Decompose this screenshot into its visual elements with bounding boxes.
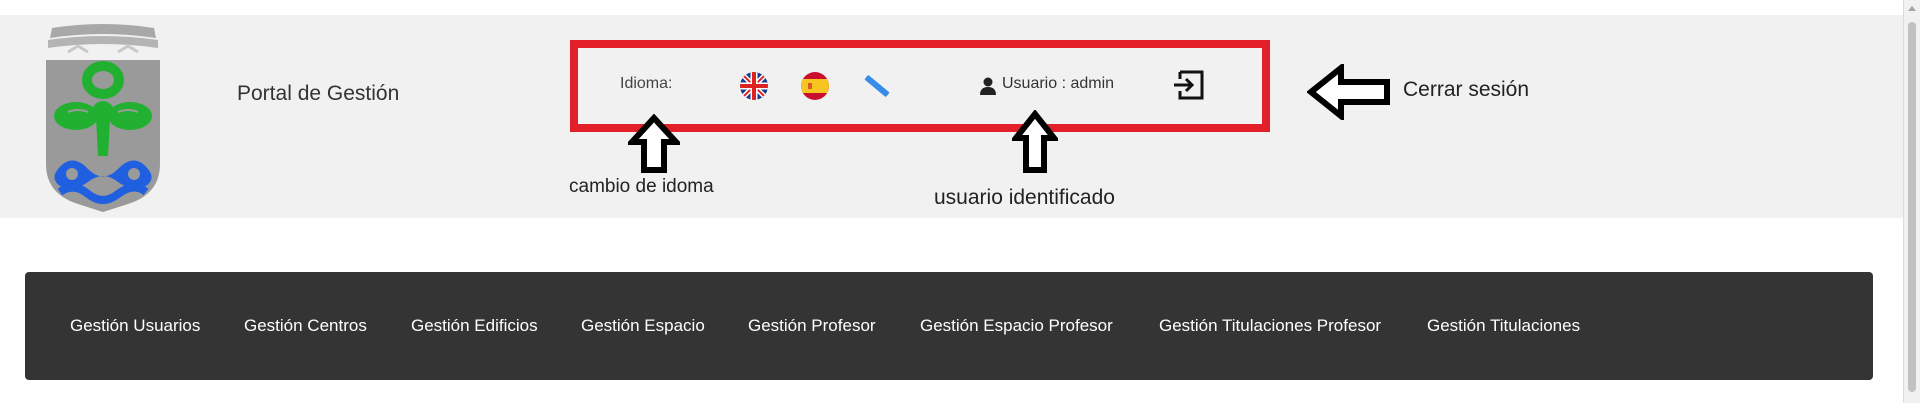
arrow-up-icon: [628, 114, 680, 173]
language-annotation: cambio de idoma: [569, 176, 714, 197]
arrow-left-icon: [1307, 64, 1390, 120]
main-navbar: Gestión Usuarios Gestión Centros Gestión…: [25, 272, 1873, 380]
uk-flag-icon[interactable]: [740, 72, 768, 100]
coat-of-arms-logo: [46, 24, 160, 212]
scrollbar-thumb[interactable]: [1908, 22, 1916, 392]
user-annotation: usuario identificado: [934, 186, 1115, 209]
nav-gestion-titulaciones-profesor[interactable]: Gestión Titulaciones Profesor: [1159, 316, 1381, 336]
nav-gestion-profesor[interactable]: Gestión Profesor: [748, 316, 876, 336]
logout-icon[interactable]: [1172, 68, 1206, 102]
nav-gestion-centros[interactable]: Gestión Centros: [244, 316, 367, 336]
nav-gestion-titulaciones[interactable]: Gestión Titulaciones: [1427, 316, 1580, 336]
scroll-up-icon[interactable]: [1908, 6, 1916, 11]
nav-gestion-espacio[interactable]: Gestión Espacio: [581, 316, 705, 336]
logout-annotation: Cerrar sesión: [1403, 78, 1530, 101]
user-icon: [980, 77, 996, 95]
nav-gestion-espacio-profesor[interactable]: Gestión Espacio Profesor: [920, 316, 1113, 336]
arrow-up-icon: [1012, 110, 1058, 173]
galicia-flag-icon[interactable]: [863, 72, 891, 100]
portal-title: Portal de Gestión: [237, 82, 400, 105]
nav-gestion-usuarios[interactable]: Gestión Usuarios: [70, 316, 200, 336]
nav-gestion-edificios[interactable]: Gestión Edificios: [411, 316, 538, 336]
user-label: Usuario : admin: [1002, 75, 1115, 92]
vertical-scrollbar[interactable]: [1903, 0, 1920, 403]
spain-flag-icon[interactable]: [801, 72, 829, 100]
language-label: Idioma:: [620, 75, 673, 92]
